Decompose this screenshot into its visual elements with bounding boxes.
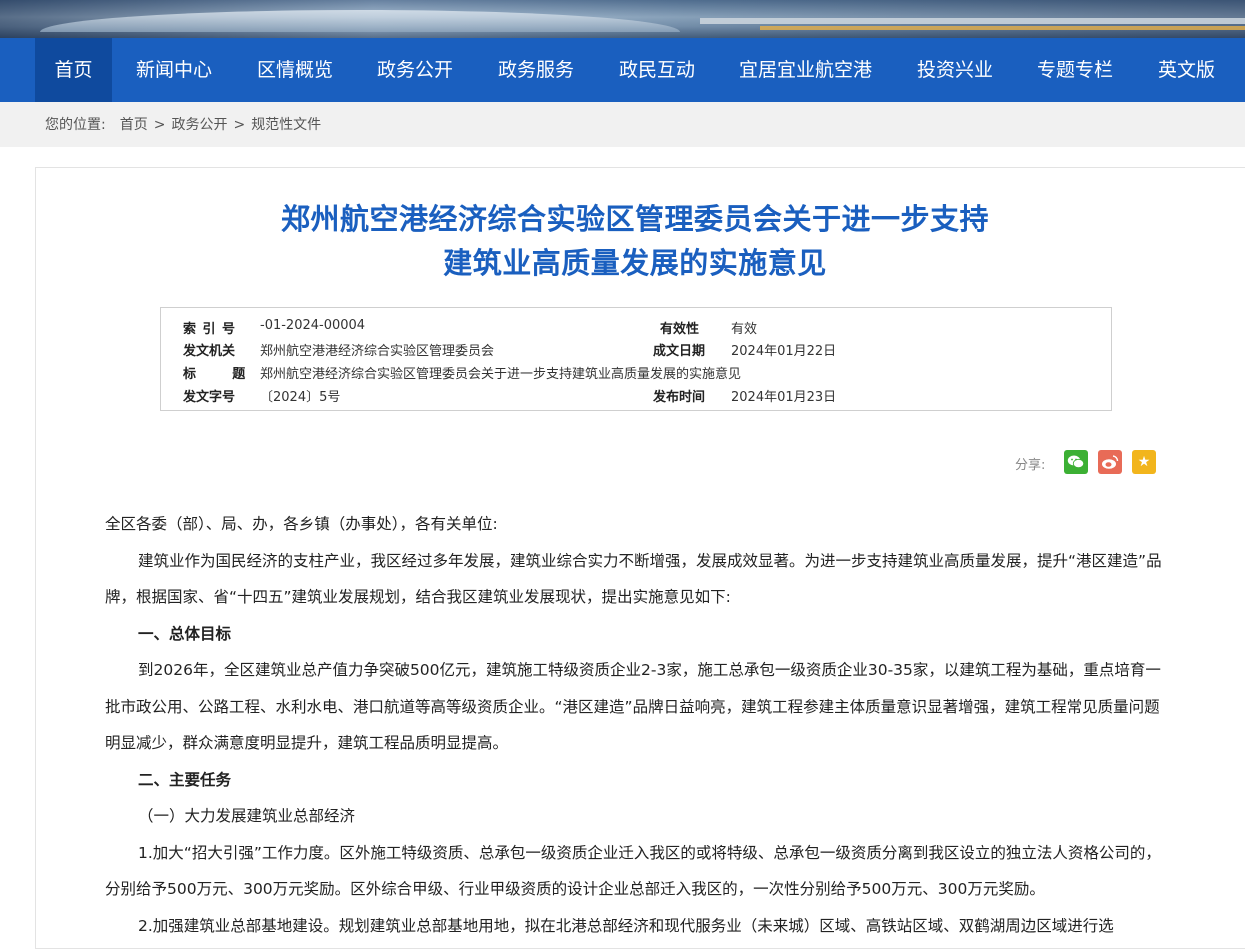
meta-subject-value: 郑州航空港经济综合实验区管理委员会关于进一步支持建筑业高质量发展的实施意见 bbox=[260, 367, 742, 382]
wechat-share-icon[interactable] bbox=[1064, 450, 1088, 474]
article-body: 全区各委（部）、局、办，各乡镇（办事处），各有关单位: 建筑业作为国民经济的支柱… bbox=[105, 506, 1167, 944]
nav-item-gov-affairs[interactable]: 政务公开 bbox=[377, 38, 453, 102]
breadcrumb-separator: > bbox=[153, 117, 166, 133]
nav-item-english[interactable]: 英文版 bbox=[1158, 38, 1215, 102]
breadcrumb-normative-docs[interactable]: 规范性文件 bbox=[251, 117, 321, 133]
nav-item-interaction[interactable]: 政民互动 bbox=[619, 38, 695, 102]
nav-item-investment[interactable]: 投资兴业 bbox=[917, 38, 993, 102]
main-nav: 首页 新闻中心 区情概览 政务公开 政务服务 政民互动 宜居宜业航空港 投资兴业… bbox=[0, 38, 1245, 102]
article-title-line1: 郑州航空港经济综合实验区管理委员会关于进一步支持 bbox=[280, 202, 989, 236]
meta-docno-label: 发文字号 bbox=[183, 390, 236, 405]
weibo-share-icon[interactable] bbox=[1098, 450, 1122, 474]
favorite-star-icon[interactable]: ★ bbox=[1132, 450, 1156, 474]
meta-publish-label: 发布时间 bbox=[653, 390, 706, 405]
meta-date-label: 成文日期 bbox=[653, 344, 706, 359]
meta-publish-value: 2024年01月23日 bbox=[731, 390, 837, 405]
section-heading-goals: 一、总体目标 bbox=[138, 624, 232, 643]
breadcrumb: 您的位置: 首页 > 政务公开 > 规范性文件 bbox=[45, 102, 321, 147]
nav-item-news[interactable]: 新闻中心 bbox=[136, 38, 212, 102]
meta-validity-label: 有效性 bbox=[660, 322, 700, 337]
document-meta-table: 索 引 号 -01-2024-00004 有效性 有效 发文机关 郑州航空港港经… bbox=[160, 307, 1112, 411]
meta-docno-value: 〔2024〕5号 bbox=[260, 390, 341, 405]
nav-item-gov-services[interactable]: 政务服务 bbox=[498, 38, 574, 102]
header-banner-image bbox=[0, 0, 1245, 38]
nav-item-livable[interactable]: 宜居宜业航空港 bbox=[739, 38, 872, 102]
item-1-paragraph: 1.加大“招大引强”工作力度。区外施工特级资质、总承包一级资质企业迁入我区的或将… bbox=[105, 843, 1161, 899]
article-title-line2: 建筑业高质量发展的实施意见 bbox=[443, 246, 827, 280]
breadcrumb-home[interactable]: 首页 bbox=[120, 117, 148, 133]
meta-date-value: 2024年01月22日 bbox=[731, 344, 837, 359]
nav-item-overview[interactable]: 区情概览 bbox=[257, 38, 333, 102]
item-2-paragraph: 2.加强建筑业总部基地建设。规划建筑业总部基地用地，拟在北港总部经济和现代服务业… bbox=[138, 916, 1114, 935]
breadcrumb-separator: > bbox=[233, 117, 246, 133]
breadcrumb-bar: 您的位置: 首页 > 政务公开 > 规范性文件 bbox=[0, 102, 1245, 147]
breadcrumb-lead: 您的位置: bbox=[45, 117, 106, 133]
goal-paragraph: 到2026年，全区建筑业总产值力争突破500亿元，建筑施工特级资质企业2-3家，… bbox=[105, 661, 1161, 752]
intro-paragraph: 建筑业作为国民经济的支柱产业，我区经过多年发展，建筑业综合实力不断增强，发展成效… bbox=[105, 551, 1162, 607]
meta-issuer-label: 发文机关 bbox=[183, 344, 236, 359]
subsection-heading-hq: （一）大力发展建筑业总部经济 bbox=[138, 807, 356, 825]
meta-issuer-value: 郑州航空港港经济综合实验区管理委员会 bbox=[260, 344, 495, 359]
salutation-paragraph: 全区各委（部）、局、办，各乡镇（办事处），各有关单位: bbox=[105, 515, 498, 533]
nav-item-home[interactable]: 首页 bbox=[35, 38, 112, 102]
nav-item-topics[interactable]: 专题专栏 bbox=[1037, 38, 1113, 102]
section-heading-tasks: 二、主要任务 bbox=[138, 770, 232, 789]
meta-index-value: -01-2024-00004 bbox=[260, 318, 366, 333]
share-label: 分享: bbox=[1015, 458, 1046, 473]
meta-subject-label: 标 题 bbox=[183, 367, 246, 382]
meta-index-label: 索 引 号 bbox=[183, 322, 237, 337]
meta-validity-value: 有效 bbox=[731, 322, 758, 337]
breadcrumb-gov-affairs[interactable]: 政务公开 bbox=[171, 117, 227, 133]
